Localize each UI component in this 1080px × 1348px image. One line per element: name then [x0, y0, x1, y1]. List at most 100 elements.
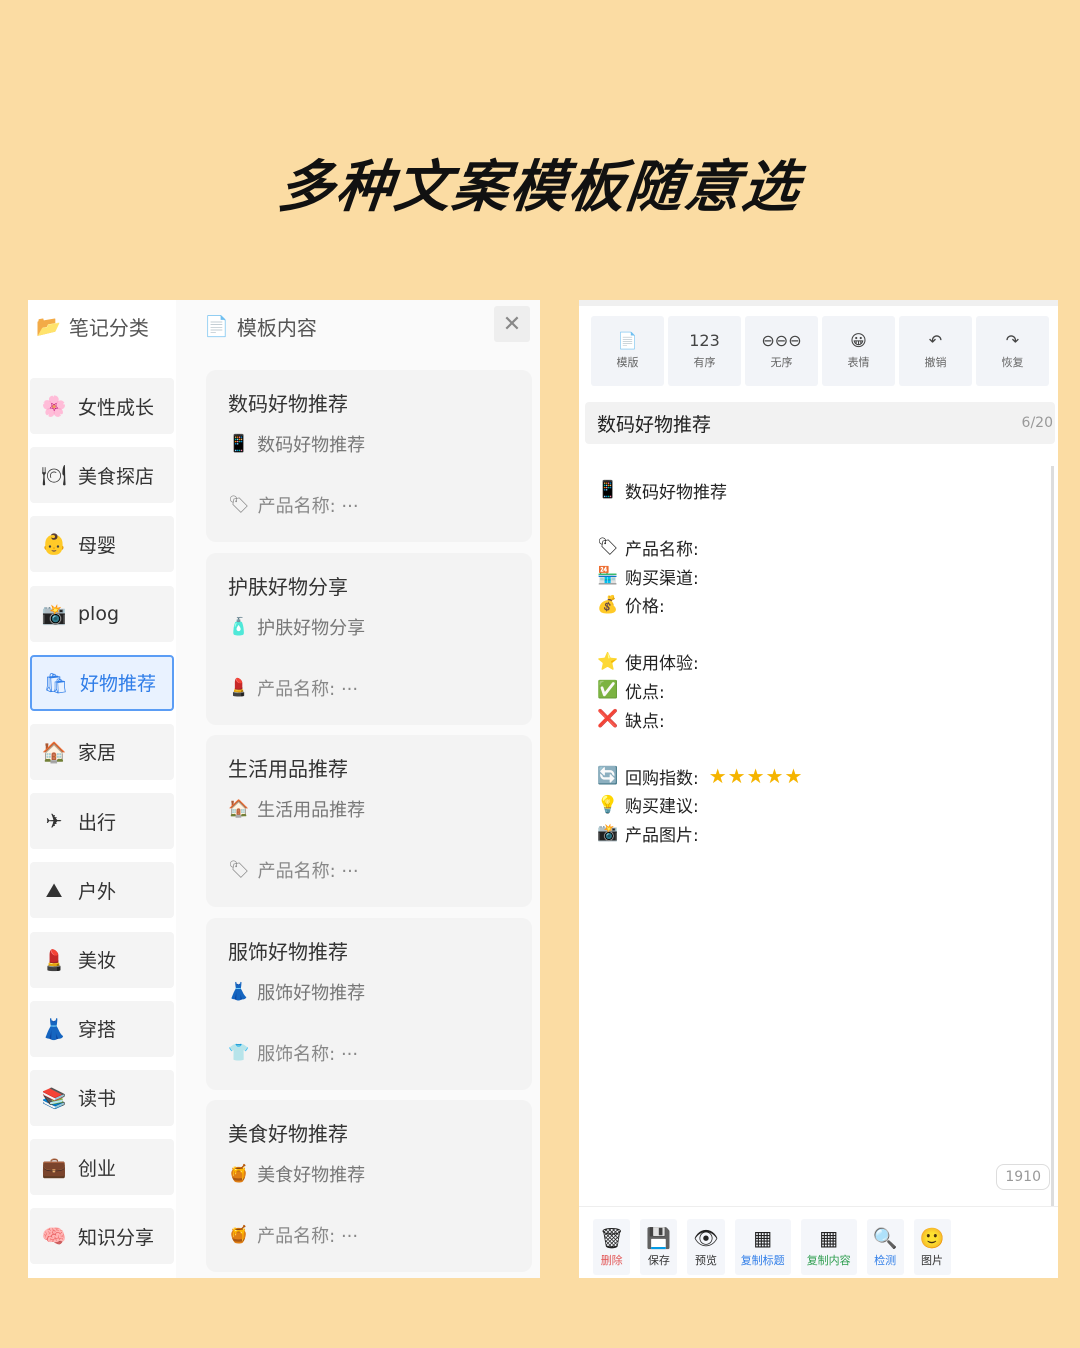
editor-body[interactable]: 📱 数码好物推荐 🏷 产品名称: 🏪 购买渠道: 💰 价格: ⭐ 使用体验: ✅ 优点: ❌ 缺点: 🔄 回购… — [597, 476, 1037, 848]
bottom-button-label: 复制标题 — [740, 1253, 785, 1267]
toolbar-label: 有序 — [693, 356, 716, 369]
editor-line: 🔄 回购指数: ★★★★★ — [597, 762, 1037, 791]
copy-content-button[interactable]: ▦ 复制内容 — [800, 1219, 857, 1275]
bottom-button-label: 预览 — [694, 1253, 717, 1267]
category-item[interactable]: 🌸 女性成长 — [30, 378, 174, 434]
template-field-text: 产品名称: ··· — [257, 496, 359, 517]
emoji-button[interactable]: 😀 表情 — [822, 316, 895, 386]
category-icon: 💼 — [41, 1155, 67, 1180]
category-header-label: 笔记分类 — [68, 315, 149, 340]
save-button[interactable]: 💾 保存 — [640, 1219, 678, 1275]
editor-line-text: 产品名称: — [625, 539, 699, 560]
template-card-title: 服饰好物推荐 — [228, 939, 348, 964]
template-card-field: 💄 产品名称: ··· — [228, 675, 358, 701]
editor-line-text: 购买渠道: — [625, 568, 699, 589]
editor-line-text: 数码好物推荐 — [625, 482, 727, 503]
editor-line-icon: ❌ — [597, 709, 619, 730]
template-card[interactable]: 数码好物推荐 📱 数码好物推荐 🏷 产品名称: ··· — [206, 370, 532, 542]
category-item[interactable]: 🧠 知识分享 — [30, 1208, 174, 1265]
category-item[interactable]: 💼 创业 — [30, 1139, 174, 1196]
unordered-button[interactable]: ⊖⊖⊖ 无序 — [745, 316, 818, 386]
redo-button[interactable]: ↷ 恢复 — [976, 316, 1049, 386]
template-card[interactable]: 护肤好物分享 🧴 护肤好物分享 💄 产品名称: ··· — [206, 552, 532, 725]
category-item[interactable]: 🏠 家居 — [30, 723, 174, 780]
template-line-icon: 🍯 — [228, 1164, 250, 1184]
emoji-icon: 😀 — [850, 331, 867, 350]
template-card[interactable]: 美食好物推荐 🍯 美食好物推荐 🍯 产品名称: ··· — [206, 1100, 532, 1272]
copy-title-icon: ▦ — [753, 1225, 773, 1250]
template-line-text: 数码好物推荐 — [257, 435, 366, 456]
page-headline: 多种文案模板随意选 — [275, 155, 804, 220]
category-item[interactable]: 🍽 美食探店 — [30, 447, 174, 504]
undo-icon: ↶ — [928, 331, 943, 350]
template-card-line: 🧴 护肤好物分享 — [228, 614, 510, 640]
toolbar-label: 表情 — [847, 356, 870, 369]
image-icon: 🙂 — [919, 1225, 945, 1250]
category-item[interactable]: 📸 plog — [30, 585, 174, 642]
editor-line-text: 产品图片: — [625, 825, 699, 846]
category-icon: 📸 — [41, 601, 67, 626]
editor-line-text: 缺点: — [625, 711, 665, 732]
category-icon: 👶 — [41, 532, 67, 557]
editor-line-icon: 🔄 — [597, 766, 619, 787]
undo-button[interactable]: ↶ 撤销 — [899, 316, 972, 386]
bottom-button-label: 删除 — [600, 1253, 623, 1267]
preview-icon: 👁 — [693, 1225, 719, 1250]
template-card[interactable]: 服饰好物推荐 👗 服饰好物推荐 👕 服饰名称: ··· — [206, 917, 532, 1090]
editor-line: 💰 价格: — [597, 590, 1037, 619]
editor-line: 🏪 购买渠道: — [597, 562, 1037, 591]
category-item[interactable]: ⛰ 户外 — [30, 862, 174, 919]
template-card-title: 美食好物推荐 — [228, 1122, 348, 1146]
editor-line-icon: 💡 — [597, 794, 619, 815]
category-label: 穿搭 — [78, 1019, 117, 1042]
save-icon: 💾 — [646, 1225, 672, 1250]
category-icon: 🛍 — [43, 670, 69, 695]
body-char-count: 1910 — [996, 1164, 1050, 1190]
editor-line-icon: 🏪 — [597, 566, 619, 587]
category-item[interactable]: 👗 穿搭 — [30, 1000, 174, 1057]
title-input[interactable]: 数码好物推荐 6/20 — [585, 402, 1055, 444]
check-button[interactable]: 🔍 检测 — [866, 1219, 904, 1275]
unordered-icon: ⊖⊖⊖ — [761, 331, 802, 350]
category-item[interactable]: ✈ 出行 — [30, 793, 174, 850]
template-picker-panel: 📂 笔记分类 🌸 女性成长 🍽 美食探店 👶 母婴 📸 plog 🛍 好物推荐 🏠 家居 ✈ 出行 ⛰ 户外 💄… — [28, 300, 540, 1278]
copy-title-button[interactable]: ▦ 复制标题 — [734, 1219, 791, 1275]
category-label: 好物推荐 — [80, 673, 157, 696]
category-label: 女性成长 — [78, 396, 155, 419]
category-item[interactable]: 💄 美妆 — [30, 931, 174, 988]
category-item[interactable]: 📚 读书 — [30, 1069, 174, 1126]
template-card-line: 📱 数码好物推荐 — [228, 431, 510, 457]
template-card-line: 👗 服饰好物推荐 — [228, 979, 510, 1005]
bottom-button-label: 图片 — [921, 1253, 944, 1267]
template-field-icon: 🏷 — [228, 495, 250, 515]
editor-scrollbar[interactable] — [1051, 466, 1054, 1206]
ordered-button[interactable]: 123 有序 — [668, 316, 741, 386]
template-line-icon: 👗 — [228, 981, 250, 1002]
template-line-text: 服饰好物推荐 — [257, 982, 366, 1004]
category-icon: 💄 — [41, 947, 67, 972]
template-card-field: 🏷 产品名称: ··· — [228, 492, 359, 518]
category-icon: 👗 — [41, 1016, 67, 1041]
editor-line-icon: 📸 — [597, 823, 619, 844]
category-item[interactable]: 🛍 好物推荐 — [30, 654, 174, 711]
bottom-action-row: 🗑 删除 💾 保存 👁 预览 ▦ 复制标题 ▦ 复制内容 🔍 检测 🙂 图片 — [593, 1219, 951, 1275]
template-field-text: 产品名称: ··· — [257, 678, 359, 700]
image-button[interactable]: 🙂 图片 — [913, 1219, 951, 1275]
editor-line-text: 回购指数: — [625, 768, 699, 789]
preview-button[interactable]: 👁 预览 — [687, 1219, 725, 1275]
document-icon: 📄 — [204, 314, 229, 338]
template-header-label: 模板内容 — [236, 315, 317, 340]
delete-button[interactable]: 🗑 删除 — [593, 1219, 631, 1275]
category-header: 📂 笔记分类 — [36, 310, 149, 342]
template-line-text: 美食好物推荐 — [257, 1165, 366, 1186]
template-button[interactable]: 📄 模版 — [591, 316, 664, 386]
editor-line: ❌ 缺点: — [597, 705, 1037, 734]
template-card-title: 数码好物推荐 — [228, 392, 348, 416]
close-button[interactable]: ✕ — [494, 306, 530, 342]
editor-line-icon: 📱 — [597, 480, 619, 501]
category-item[interactable]: 👶 母婴 — [30, 516, 174, 573]
category-label: 知识分享 — [78, 1226, 155, 1249]
template-card[interactable]: 生活用品推荐 🏠 生活用品推荐 🏷 产品名称: ··· — [206, 735, 532, 907]
category-icon: 🌸 — [41, 394, 67, 418]
